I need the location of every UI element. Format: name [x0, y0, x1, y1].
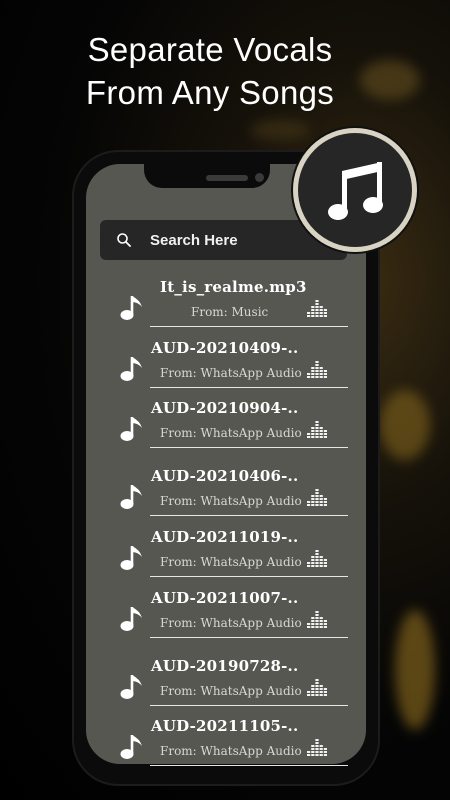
- row-divider: [150, 765, 348, 766]
- song-title: AUD-20210406-..: [151, 467, 299, 485]
- music-note-icon: [120, 733, 144, 761]
- song-title: AUD-20210904-..: [151, 399, 299, 417]
- song-title: AUD-20190728-..: [151, 657, 299, 675]
- equalizer-icon[interactable]: [306, 296, 328, 318]
- music-note-icon: [120, 483, 144, 511]
- song-row[interactable]: AUD-20211019-.. From: WhatsApp Audio: [100, 522, 360, 582]
- song-source: From: WhatsApp Audio: [160, 744, 302, 758]
- background-glow: [250, 120, 310, 140]
- equalizer-icon[interactable]: [306, 417, 328, 439]
- song-title: It_is_realme.mp3: [160, 278, 307, 296]
- headline-line-1: Separate Vocals: [87, 31, 333, 68]
- song-row[interactable]: It_is_realme.mp3 From: Music: [100, 272, 360, 332]
- row-divider: [150, 387, 348, 388]
- equalizer-icon[interactable]: [306, 735, 328, 757]
- song-title: AUD-20211007-..: [151, 589, 299, 607]
- row-divider: [150, 705, 348, 706]
- background-glow: [395, 610, 435, 730]
- song-row[interactable]: AUD-20210904-.. From: WhatsApp Audio: [100, 393, 360, 453]
- music-note-icon: [120, 294, 144, 322]
- row-divider: [150, 515, 348, 516]
- row-divider: [150, 637, 348, 638]
- song-source: From: WhatsApp Audio: [160, 494, 302, 508]
- row-divider: [150, 576, 348, 577]
- song-source: From: WhatsApp Audio: [160, 555, 302, 569]
- row-divider: [150, 447, 348, 448]
- promo-headline: Separate Vocals From Any Songs: [0, 28, 420, 114]
- search-icon[interactable]: [116, 232, 132, 248]
- music-note-icon: [120, 544, 144, 572]
- song-source: From: WhatsApp Audio: [160, 616, 302, 630]
- song-row[interactable]: AUD-20211007-.. From: WhatsApp Audio: [100, 583, 360, 643]
- music-note-icon: [120, 673, 144, 701]
- row-divider: [150, 326, 348, 327]
- search-input[interactable]: [150, 226, 330, 254]
- music-badge: [293, 128, 417, 252]
- equalizer-icon[interactable]: [306, 546, 328, 568]
- song-row[interactable]: AUD-20210406-.. From: WhatsApp Audio: [100, 461, 360, 521]
- song-row[interactable]: AUD-20190728-.. From: WhatsApp Audio: [100, 651, 360, 711]
- phone-notch: [144, 158, 270, 188]
- music-notes-icon: [328, 162, 383, 220]
- song-title: AUD-20211019-..: [151, 528, 299, 546]
- song-title: AUD-20211105-..: [151, 717, 299, 735]
- equalizer-icon[interactable]: [306, 607, 328, 629]
- headline-line-2: From Any Songs: [85, 74, 335, 111]
- background-glow: [380, 390, 430, 460]
- equalizer-icon[interactable]: [306, 357, 328, 379]
- song-source: From: WhatsApp Audio: [160, 366, 302, 380]
- music-note-icon: [120, 355, 144, 383]
- song-source: From: WhatsApp Audio: [160, 684, 302, 698]
- song-row[interactable]: AUD-20210409-.. From: WhatsApp Audio: [100, 333, 360, 393]
- phone-camera: [255, 173, 264, 182]
- music-note-icon: [120, 415, 144, 443]
- equalizer-icon[interactable]: [306, 675, 328, 697]
- song-source: From: WhatsApp Audio: [160, 426, 302, 440]
- phone-speaker: [206, 175, 248, 181]
- music-note-icon: [120, 605, 144, 633]
- song-title: AUD-20210409-..: [151, 339, 299, 357]
- song-row[interactable]: AUD-20211105-.. From: WhatsApp Audio: [100, 711, 360, 771]
- equalizer-icon[interactable]: [306, 485, 328, 507]
